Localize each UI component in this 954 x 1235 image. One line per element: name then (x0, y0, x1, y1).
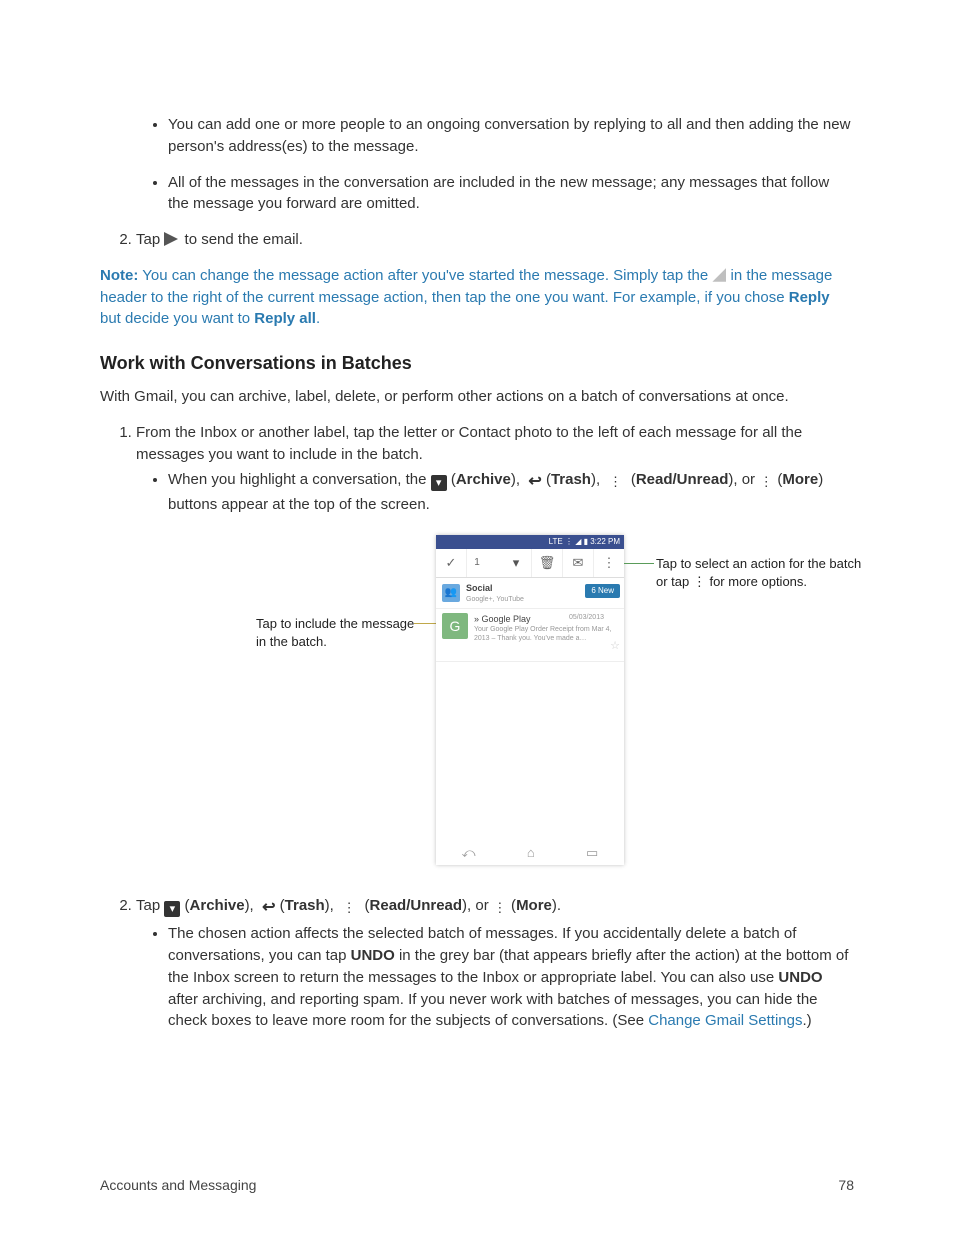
phone-message-avatar: G (442, 613, 468, 639)
batch-step-2: Tap ▾ (Archive), ↩ (Trash), ⋮ (Read/Unre… (136, 895, 854, 1032)
batch-figure: Tap to include the message in the batch.… (196, 535, 854, 875)
note-paragraph: Note: You can change the message action … (100, 265, 854, 330)
more-label: More (516, 897, 552, 914)
change-gmail-settings-link[interactable]: Change Gmail Settings (648, 1012, 802, 1029)
callout-right: Tap to select an action for the batch or… (656, 555, 916, 590)
archive-label: Archive (190, 897, 245, 914)
trash-label: Trash (551, 471, 591, 488)
phone-social-title: Social (466, 582, 524, 595)
trash-label: Trash (285, 897, 325, 914)
read-unread-icon: ⋮ (342, 906, 356, 911)
sub-tail: buttons appear at the top of the screen. (168, 496, 430, 513)
trash-icon: ↩ (262, 896, 275, 919)
note-mid: but decide you want to (100, 310, 254, 327)
phone-social-sub: Google+, YouTube (466, 595, 524, 605)
phone-recent-icon: ▭ (586, 844, 598, 863)
phone-selected-count: 1 (467, 549, 487, 577)
phone-status-bar: LTE ⋮ ◢ ▮ 3:22 PM (436, 535, 624, 549)
send-icon (164, 232, 178, 246)
phone-home-icon: ⌂ (527, 844, 535, 863)
bullet-forward-omit: All of the messages in the conversation … (168, 172, 854, 216)
phone-mockup: LTE ⋮ ◢ ▮ 3:22 PM ✓ 1 ▾ 🗑 ✉ ⋮ 👥 Social (436, 535, 624, 865)
note-label: Note: (100, 267, 138, 284)
step2-end: . (557, 897, 561, 914)
phone-mail-icon: ✉ (563, 549, 594, 577)
phone-message-row: G » Google Play Your Google Play Order R… (436, 609, 624, 662)
section-heading: Work with Conversations in Batches (100, 350, 854, 376)
more-icon: ⋮ (493, 906, 507, 911)
bullet-add-people: You can add one or more people to an ong… (168, 114, 854, 158)
undo-label-2: UNDO (778, 969, 822, 986)
read-unread-icon: ⋮ (608, 480, 622, 485)
footer-section: Accounts and Messaging (100, 1175, 256, 1195)
phone-more-icon: ⋮ (594, 549, 624, 577)
note-part1: You can change the message action after … (138, 267, 712, 284)
step2-tap: Tap (136, 897, 164, 914)
trash-icon: ↩ (528, 470, 541, 493)
batch-step2-sub: The chosen action affects the selected b… (168, 923, 854, 1032)
step2-or: , or (467, 897, 493, 914)
note-end: . (316, 310, 320, 327)
phone-action-bar: ✓ 1 ▾ 🗑 ✉ ⋮ (436, 549, 624, 578)
archive-icon: ▾ (164, 901, 180, 917)
s2d: .) (802, 1012, 811, 1029)
note-reply: Reply (789, 289, 830, 306)
undo-label: UNDO (351, 947, 395, 964)
phone-back-icon: ⤺ (462, 844, 476, 863)
signal-icon (712, 268, 726, 282)
step-text: Tap (136, 231, 164, 248)
archive-label: Archive (456, 471, 511, 488)
section-intro: With Gmail, you can archive, label, dele… (100, 386, 854, 408)
readunread-label: Read/Unread (370, 897, 463, 914)
phone-star-icon: ☆ (610, 639, 620, 655)
phone-archive-icon: ▾ (501, 549, 532, 577)
note-replyall: Reply all (254, 310, 316, 327)
phone-message-date: 05/03/2013 (569, 613, 604, 623)
bullet-text: You can add one or more people to an ong… (168, 116, 850, 155)
phone-social-row: 👥 Social Google+, YouTube 6 New (436, 578, 624, 609)
phone-message-snippet: Your Google Play Order Receipt from Mar … (474, 626, 618, 643)
phone-social-avatar: 👥 (442, 584, 460, 602)
callout-left: Tap to include the message in the batch. (256, 615, 416, 650)
more-icon: ⋮ (759, 480, 773, 485)
sub-lead: When you highlight a conversation, the (168, 471, 431, 488)
callout-right-line2: or tap ⋮ for more options. (656, 574, 807, 589)
bullet-text: All of the messages in the conversation … (168, 174, 829, 213)
batch-step-1: From the Inbox or another label, tap the… (136, 422, 854, 875)
phone-trash-icon: 🗑 (532, 549, 563, 577)
phone-nav-bar: ⤺ ⌂ ▭ (436, 841, 624, 865)
phone-msg-sender-text: Google Play (482, 614, 531, 624)
step-2-send: Tap to send the email. (136, 229, 854, 251)
footer-page-number: 78 (838, 1175, 854, 1195)
archive-icon: ▾ (431, 475, 447, 491)
batch-step1-sub: When you highlight a conversation, the ▾… (168, 469, 854, 515)
phone-new-badge: 6 New (585, 584, 620, 598)
readunread-label: Read/Unread (636, 471, 729, 488)
step-text-tail: to send the email. (185, 231, 303, 248)
batch-step1-text: From the Inbox or another label, tap the… (136, 424, 802, 463)
more-label: More (782, 471, 818, 488)
phone-check-icon: ✓ (436, 549, 467, 577)
callout-right-line (624, 563, 654, 564)
callout-right-line1: Tap to select an action for the batch (656, 556, 861, 571)
